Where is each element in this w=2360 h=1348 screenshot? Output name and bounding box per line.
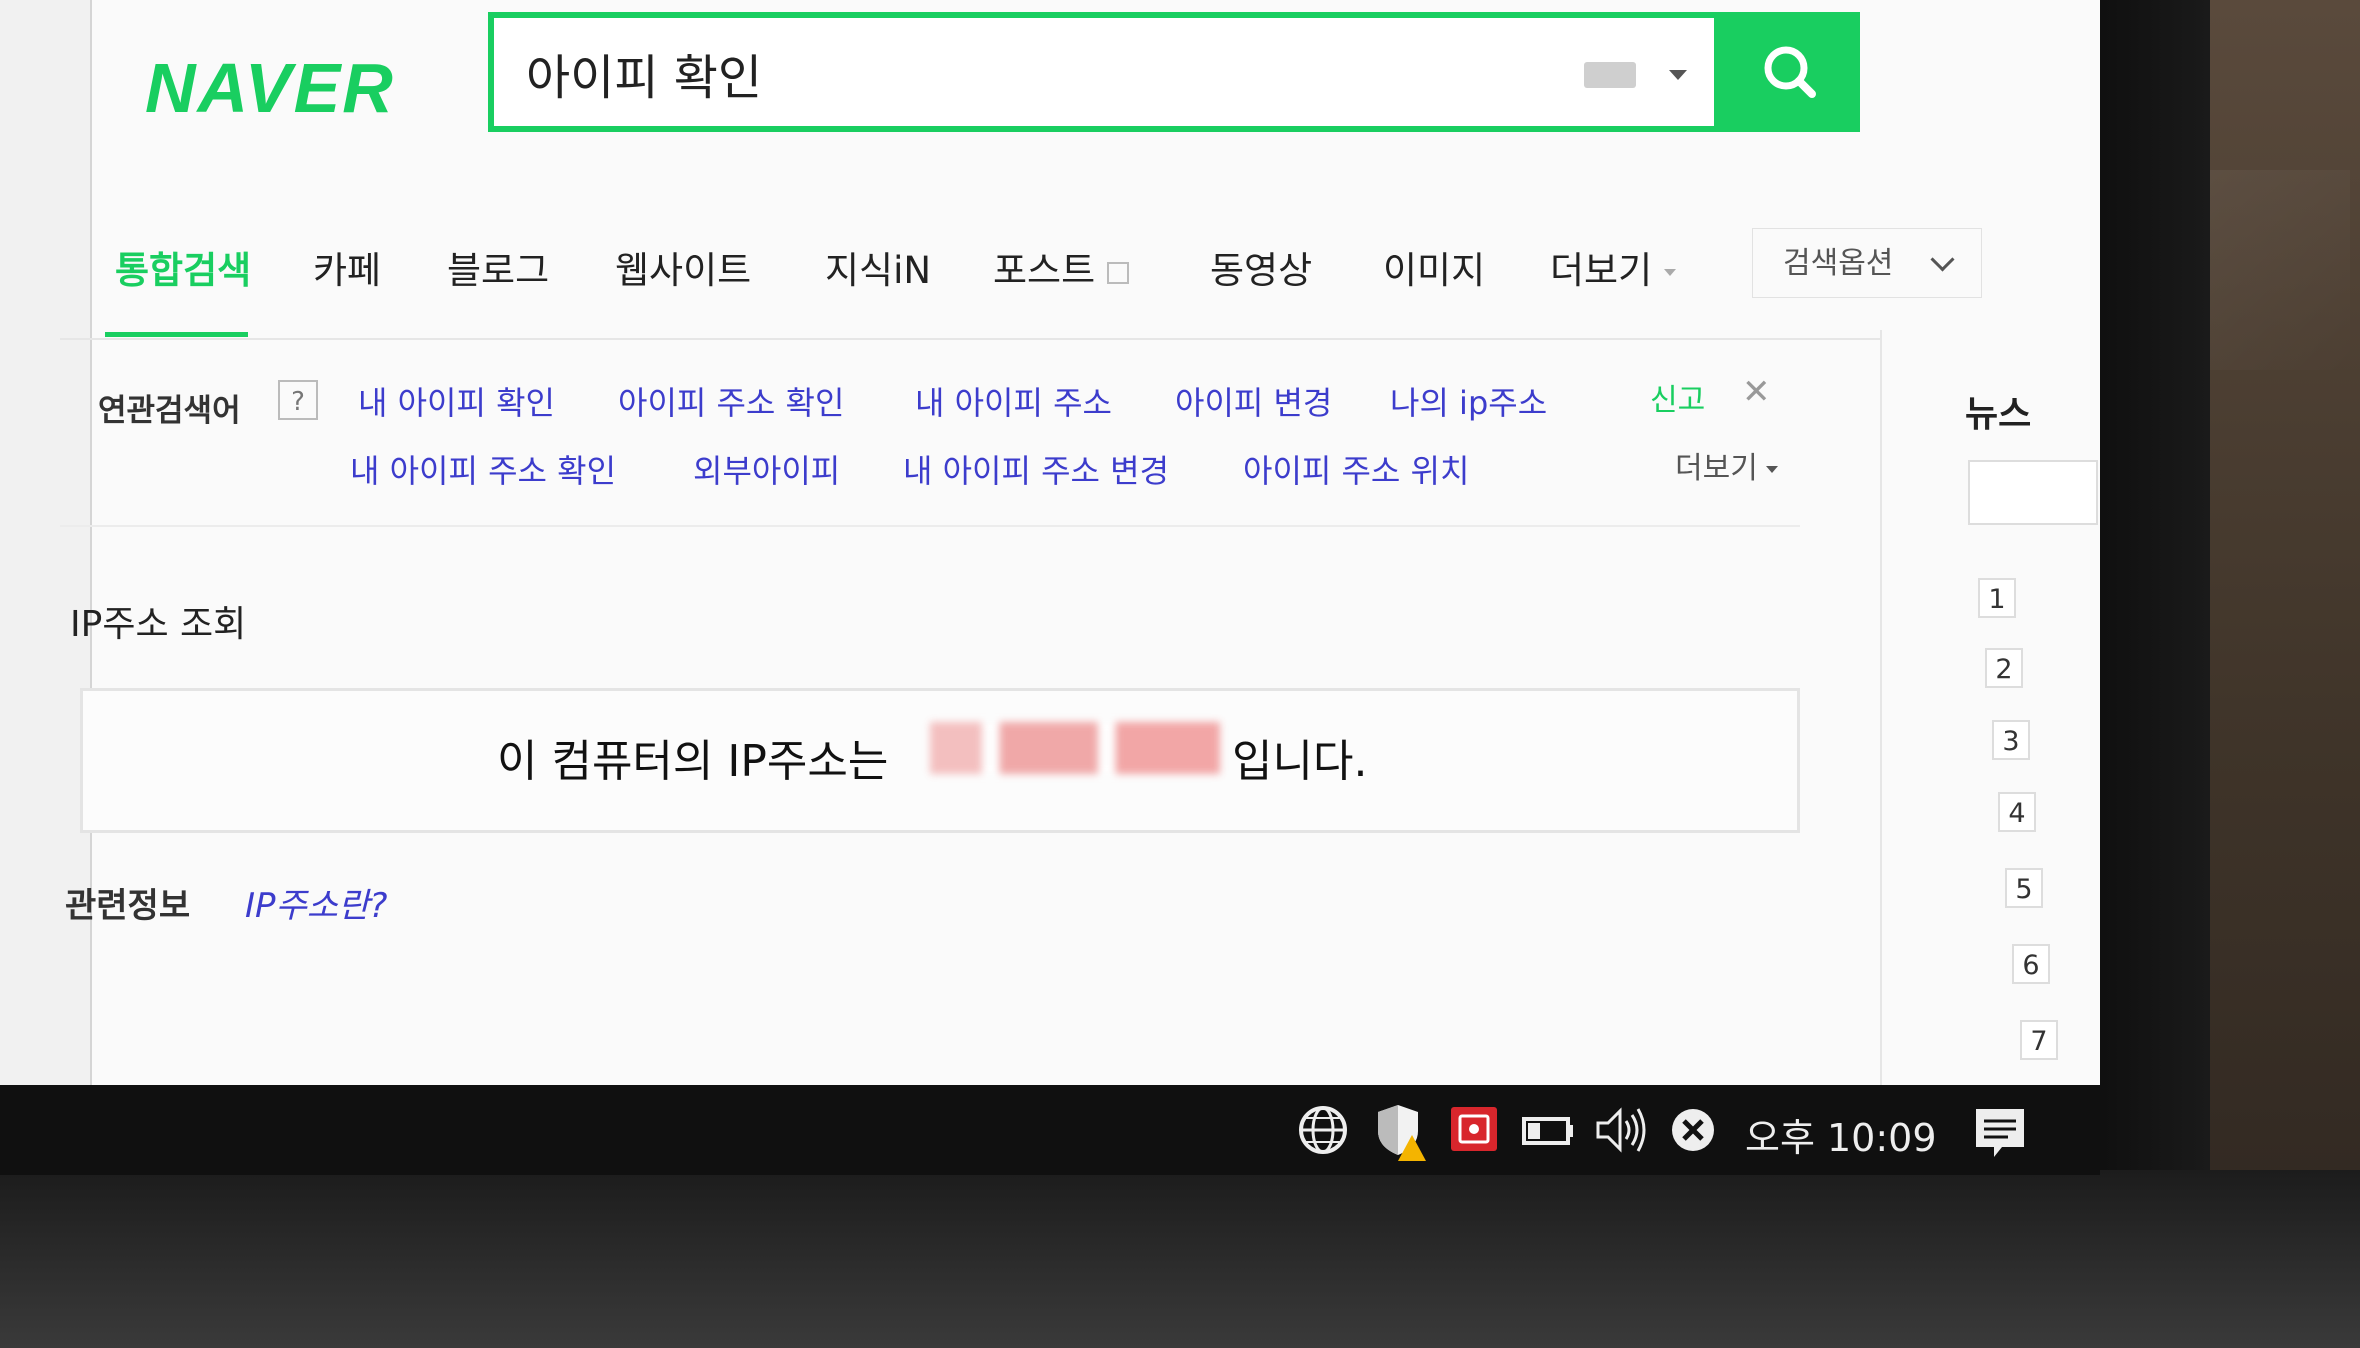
- search-options-button[interactable]: 검색옵션: [1752, 228, 1982, 298]
- volume-icon[interactable]: [1592, 1085, 1648, 1175]
- tab-website[interactable]: 웹사이트: [615, 240, 751, 294]
- search-button[interactable]: [1720, 12, 1860, 132]
- taskbar: 오후 10:09: [0, 1085, 2100, 1175]
- tab-post-wrap[interactable]: 포스트: [993, 240, 1130, 294]
- battery-icon[interactable]: [1520, 1085, 1576, 1175]
- naver-logo[interactable]: NAVER: [145, 48, 395, 128]
- related-keyword[interactable]: 나의 ip주소: [1390, 378, 1547, 424]
- tab-post: 포스트: [993, 249, 1096, 292]
- related-info-label: 관련정보: [65, 886, 191, 926]
- globe-network-icon[interactable]: [1295, 1085, 1351, 1175]
- taskbar-clock[interactable]: 오후 10:09: [1745, 1107, 1937, 1162]
- ip-result-prefix: 이 컴퓨터의 IP주소는: [497, 736, 889, 787]
- post-badge-icon: [1107, 261, 1130, 284]
- report-link[interactable]: 신고: [1650, 375, 1705, 419]
- news-title[interactable]: 뉴스: [1965, 385, 2031, 437]
- rank-number: 6: [2012, 944, 2050, 984]
- right-column-divider: [1880, 330, 1882, 1090]
- tab-integrated[interactable]: 통합검색: [115, 240, 251, 294]
- search-input[interactable]: [524, 42, 1528, 104]
- rank-number: 5: [2005, 868, 2043, 908]
- autocomplete-caret-icon[interactable]: [1669, 70, 1687, 80]
- chevron-down-icon: [1765, 466, 1778, 473]
- monitor-bezel-bottom: [0, 1170, 2360, 1348]
- related-keyword[interactable]: 내 아이피 주소: [915, 378, 1112, 424]
- search-tabs: 통합검색 카페 블로그 웹사이트 지식iN 포스트 동영상 이미지 더보기: [115, 240, 2015, 300]
- keyboard-icon[interactable]: [1584, 62, 1636, 88]
- close-icon[interactable]: ✕: [1742, 372, 1771, 412]
- related-keyword[interactable]: 아이피 주소 위치: [1243, 446, 1469, 492]
- rank-number: 4: [1998, 792, 2036, 832]
- tab-blog[interactable]: 블로그: [447, 240, 549, 294]
- rank-number: 1: [1978, 578, 2016, 618]
- rank-number: 2: [1985, 648, 2023, 688]
- ip-result-suffix: 입니다.: [1232, 736, 1368, 787]
- browser-screen: NAVER 통합검색 카페 블로그 웹사이트 지식iN 포스트 동영상 이미지 …: [0, 0, 2100, 1175]
- tabs-divider: [60, 338, 1880, 340]
- related-more-button[interactable]: 더보기: [1675, 443, 1778, 487]
- search-options-label: 검색옵션: [1783, 246, 1894, 281]
- ip-address-redacted: [930, 722, 1220, 774]
- rank-number: 7: [2020, 1020, 2058, 1060]
- tab-more-wrap[interactable]: 더보기: [1550, 240, 1677, 294]
- related-keyword[interactable]: 외부아이피: [693, 446, 840, 492]
- close-circle-icon[interactable]: [1665, 1085, 1721, 1175]
- related-divider: [60, 525, 1800, 527]
- related-keyword[interactable]: 아이피 변경: [1175, 378, 1332, 424]
- search-box: [488, 12, 1720, 132]
- related-searches-label: 연관검색어: [98, 393, 241, 429]
- related-keyword[interactable]: 아이피 주소 확인: [618, 378, 844, 424]
- help-icon[interactable]: ?: [278, 380, 318, 420]
- tab-kin[interactable]: 지식iN: [825, 240, 931, 294]
- search-icon: [1764, 46, 1816, 98]
- related-keyword[interactable]: 내 아이피 주소 변경: [903, 446, 1169, 492]
- active-tab-underline: [105, 332, 248, 337]
- rank-number: 3: [1992, 720, 2030, 760]
- security-shield-warning-icon[interactable]: [1372, 1085, 1428, 1175]
- chevron-down-icon: [1664, 269, 1677, 276]
- tab-video[interactable]: 동영상: [1210, 240, 1312, 294]
- tab-image[interactable]: 이미지: [1383, 240, 1485, 294]
- what-is-ip-link[interactable]: IP주소란?: [245, 878, 387, 927]
- related-keyword[interactable]: 내 아이피 주소 확인: [350, 446, 616, 492]
- app-tray-icon[interactable]: [1448, 1085, 1500, 1175]
- tab-more: 더보기: [1550, 249, 1653, 292]
- related-more-label: 더보기: [1675, 451, 1758, 486]
- ip-lookup-heading: IP주소 조회: [70, 604, 247, 645]
- related-keyword[interactable]: 내 아이피 확인: [358, 378, 555, 424]
- chevron-down-icon: [1930, 247, 1955, 272]
- notification-center-icon[interactable]: [1970, 1085, 2030, 1175]
- tab-cafe[interactable]: 카페: [313, 240, 381, 294]
- news-box: [1968, 460, 2098, 525]
